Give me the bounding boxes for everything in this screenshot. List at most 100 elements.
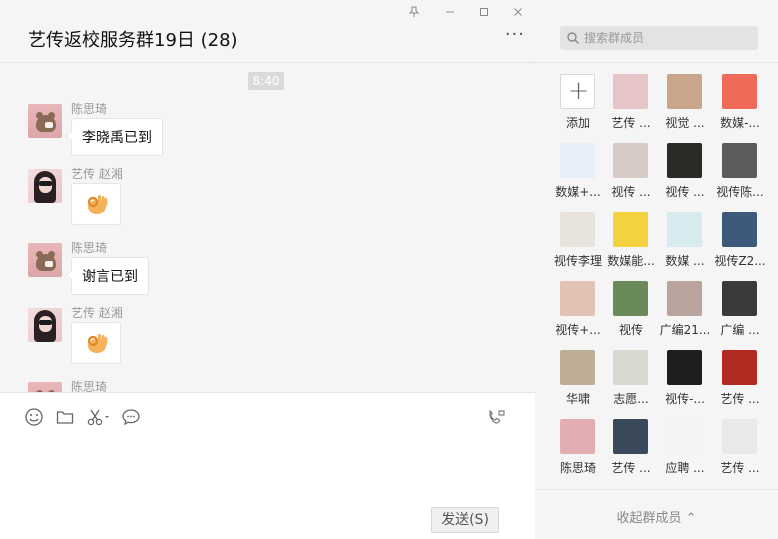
chat-pane: 艺传返校服务群19日 (28) ··· 8:40 陈思琦 李晓禹已到 艺传 赵湘… [0, 0, 535, 539]
minimize-icon[interactable] [438, 4, 462, 24]
member-name: 视传 ... [665, 185, 705, 199]
member-item[interactable]: 视传 ... [604, 143, 658, 205]
member-avatar [722, 350, 757, 385]
member-item[interactable]: 艺传 ... [604, 419, 658, 481]
chat-title: 艺传返校服务群19日 (28) [28, 30, 238, 51]
collapse-bar: 收起群成员 ⌃ [535, 489, 778, 539]
member-name: 应聘 ... [665, 461, 705, 475]
member-name: 艺传 ... [720, 461, 760, 475]
pin-icon[interactable] [402, 4, 426, 24]
member-item[interactable]: 广编21... [658, 281, 712, 343]
member-item[interactable]: 陈思琦 [551, 419, 605, 481]
member-item[interactable]: 应聘 ... [658, 419, 712, 481]
member-item[interactable]: 志愿... [604, 350, 658, 412]
ok-hand-icon [87, 195, 108, 214]
sender-name: 艺传 赵湘 [71, 167, 123, 181]
member-name: 视传 ... [611, 185, 651, 199]
member-item[interactable]: 视传Z2... [713, 212, 767, 274]
ok-hand-icon [87, 334, 108, 353]
member-avatar [613, 212, 648, 247]
member-name: 视觉 ... [665, 116, 705, 130]
sticker-bubble[interactable] [71, 322, 121, 364]
close-icon[interactable] [506, 4, 530, 24]
member-item[interactable]: 数媒 ... [658, 212, 712, 274]
member-name: 广编21... [659, 323, 711, 337]
member-avatar [613, 350, 648, 385]
collapse-members-link[interactable]: 收起群成员 ⌃ [535, 507, 778, 526]
member-item[interactable]: 视传+... [551, 281, 605, 343]
member-name: 视传-... [665, 392, 705, 406]
window-controls [402, 4, 532, 24]
member-item[interactable]: 艺传 ... [713, 350, 767, 412]
search-icon [567, 32, 579, 44]
divider [535, 62, 778, 63]
more-options-icon[interactable]: ··· [505, 26, 525, 44]
member-item[interactable]: 广编 ... [713, 281, 767, 343]
chat-window: 艺传返校服务群19日 (28) ··· 8:40 陈思琦 李晓禹已到 艺传 赵湘… [0, 0, 778, 539]
member-avatar [560, 281, 595, 316]
member-avatar [613, 74, 648, 109]
member-avatar [667, 419, 702, 454]
member-item[interactable]: 视觉 ... [658, 74, 712, 136]
message-composer[interactable]: 发送(S) [0, 392, 535, 539]
sender-name: 艺传 赵湘 [71, 306, 123, 320]
member-name: 艺传 ... [611, 461, 651, 475]
folder-icon[interactable] [55, 407, 77, 429]
member-avatar [722, 212, 757, 247]
member-avatar [667, 281, 702, 316]
member-avatar [613, 281, 648, 316]
member-avatar [667, 350, 702, 385]
member-search[interactable] [560, 26, 758, 50]
member-item[interactable]: 华啸 [551, 350, 605, 412]
member-avatar [560, 212, 595, 247]
message-bubble[interactable]: 谢言已到 [66, 257, 149, 295]
chat-bubble-icon[interactable] [121, 407, 143, 429]
chat-header: 艺传返校服务群19日 (28) ··· [0, 0, 535, 63]
sticker-bubble[interactable] [71, 183, 121, 225]
message-bubble[interactable]: 李晓禹已到 [66, 118, 163, 156]
member-item[interactable]: 视传李理 [551, 212, 605, 274]
member-avatar [667, 74, 702, 109]
avatar[interactable] [28, 169, 62, 203]
member-panel: +添加艺传 ... 视觉 ... 数媒-... 数媒+... 视传 ... 视传 ... 视… [535, 0, 778, 539]
member-item[interactable]: 艺传 ... [604, 74, 658, 136]
avatar[interactable] [28, 104, 62, 138]
plus-icon: + [560, 74, 595, 109]
member-name: 广编 ... [720, 323, 760, 337]
avatar[interactable] [28, 243, 62, 277]
scissors-icon[interactable] [86, 407, 112, 429]
member-item[interactable]: 视传 ... [658, 143, 712, 205]
search-input[interactable] [584, 28, 752, 48]
message-list[interactable]: 8:40 陈思琦 李晓禹已到 艺传 赵湘 陈思琦 谢言已到 艺传 赵湘 陈思琦 [0, 64, 535, 392]
add-member-button[interactable]: + 添加 [551, 74, 605, 136]
member-avatar [667, 143, 702, 178]
member-item[interactable]: 数媒能... [604, 212, 658, 274]
member-item[interactable]: 视传 [604, 281, 658, 343]
member-avatar [560, 350, 595, 385]
member-name: 艺传 ... [611, 116, 651, 130]
member-item[interactable]: 视传陈... [713, 143, 767, 205]
member-avatar [613, 419, 648, 454]
member-item[interactable]: 数媒-... [713, 74, 767, 136]
member-name: 视传Z2... [714, 254, 766, 268]
member-avatar [722, 419, 757, 454]
member-item[interactable]: 视传-... [658, 350, 712, 412]
member-name: 数媒-... [720, 116, 760, 130]
member-name: 视传陈... [716, 185, 764, 199]
member-item[interactable]: 数媒+... [551, 143, 605, 205]
member-name: 数媒能... [607, 254, 655, 268]
maximize-icon[interactable] [472, 4, 496, 24]
member-name: 志愿... [613, 392, 649, 406]
avatar[interactable] [28, 382, 62, 392]
emoji-icon[interactable] [24, 407, 46, 429]
member-avatar [560, 419, 595, 454]
member-item[interactable]: 艺传 ... [713, 419, 767, 481]
member-avatar [560, 143, 595, 178]
sender-name: 陈思琦 [71, 102, 108, 116]
send-button[interactable]: 发送(S) [431, 507, 499, 533]
member-avatar [667, 212, 702, 247]
video-call-icon[interactable] [487, 407, 509, 429]
avatar[interactable] [28, 308, 62, 342]
member-name: 视传 [618, 323, 643, 337]
member-avatar [613, 143, 648, 178]
